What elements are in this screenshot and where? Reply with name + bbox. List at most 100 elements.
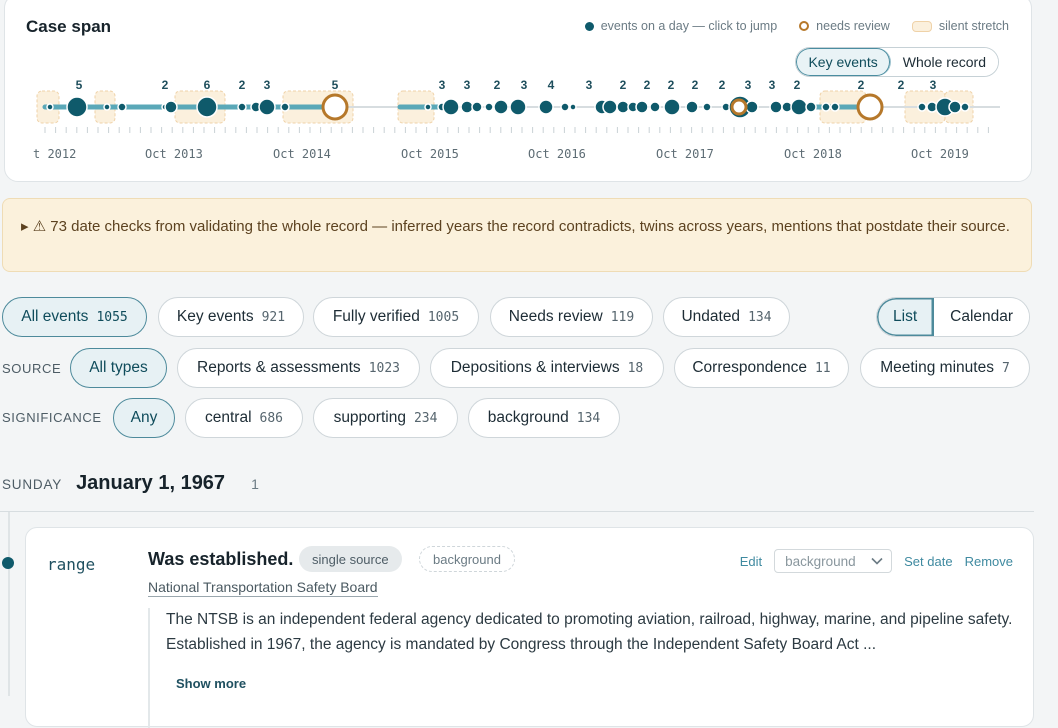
cluster-count-label[interactable]: 2 bbox=[719, 78, 726, 92]
date-check-warning[interactable]: ▸ ⚠ 73 date checks from validating the w… bbox=[2, 198, 1032, 272]
event-dot[interactable] bbox=[509, 98, 527, 116]
filter-count: 134 bbox=[576, 410, 601, 426]
timeline-year-label[interactable]: Oct 2013 bbox=[145, 147, 203, 161]
timeline-year-label[interactable]: Oct 2017 bbox=[656, 147, 714, 161]
event-dot[interactable] bbox=[484, 102, 494, 112]
filter-source-depositions[interactable]: Depositions & interviews 18 bbox=[430, 348, 664, 388]
filter-source-reports[interactable]: Reports & assessments 1023 bbox=[177, 348, 420, 388]
cluster-count-label[interactable]: 2 bbox=[239, 78, 246, 92]
timeline-year-label[interactable]: Oct 2015 bbox=[401, 147, 459, 161]
event-dot[interactable] bbox=[538, 99, 554, 115]
review-ring[interactable] bbox=[321, 93, 349, 121]
event-dot[interactable] bbox=[560, 102, 570, 112]
cluster-count-label[interactable]: 2 bbox=[162, 78, 169, 92]
event-dot[interactable] bbox=[117, 102, 127, 112]
timeline-year-label[interactable]: t 2012 bbox=[33, 147, 76, 161]
event-dot[interactable] bbox=[702, 102, 712, 112]
cluster-count-label[interactable]: 3 bbox=[745, 78, 752, 92]
timeline-year-label[interactable]: Oct 2019 bbox=[911, 147, 969, 161]
timeline-year-label[interactable]: Oct 2018 bbox=[784, 147, 842, 161]
cluster-count-label[interactable]: 5 bbox=[332, 78, 339, 92]
event-dot[interactable] bbox=[821, 102, 831, 112]
event-dot[interactable] bbox=[917, 102, 927, 112]
filter-label: Correspondence bbox=[692, 359, 807, 376]
cluster-count-label[interactable]: 3 bbox=[439, 78, 446, 92]
cluster-count-label[interactable]: 2 bbox=[620, 78, 627, 92]
event-dot[interactable] bbox=[830, 102, 840, 112]
event-dot[interactable] bbox=[948, 100, 962, 114]
cluster-count-label[interactable]: 2 bbox=[898, 78, 905, 92]
filter-all-events[interactable]: All events 1055 bbox=[2, 297, 147, 337]
filter-label: Meeting minutes bbox=[880, 359, 994, 376]
cluster-count-label[interactable]: 2 bbox=[858, 78, 865, 92]
cluster-count-label[interactable]: 2 bbox=[644, 78, 651, 92]
filter-needs-review[interactable]: Needs review 119 bbox=[490, 297, 653, 337]
event-dot[interactable] bbox=[442, 98, 460, 116]
event-dot[interactable] bbox=[164, 100, 178, 114]
event-dot[interactable] bbox=[66, 96, 88, 118]
cluster-count-label[interactable]: 3 bbox=[586, 78, 593, 92]
cluster-count-label[interactable]: 3 bbox=[769, 78, 776, 92]
event-dot[interactable] bbox=[424, 103, 432, 111]
calendar-view-button[interactable]: Calendar bbox=[934, 298, 1030, 336]
event-dot[interactable] bbox=[960, 102, 970, 112]
event-dot[interactable] bbox=[635, 100, 649, 114]
event-source-link[interactable]: National Transportation Safety Board bbox=[148, 579, 378, 597]
event-dot[interactable] bbox=[46, 103, 54, 111]
list-view-button[interactable]: List bbox=[877, 298, 935, 336]
event-dot[interactable] bbox=[103, 103, 111, 111]
event-dot[interactable] bbox=[685, 100, 699, 114]
list-rail bbox=[8, 512, 10, 696]
edit-button[interactable]: Edit bbox=[740, 554, 762, 569]
filter-source-minutes[interactable]: Meeting minutes 7 bbox=[860, 348, 1030, 388]
cluster-count-label[interactable]: 3 bbox=[264, 78, 271, 92]
filter-source-all[interactable]: All types bbox=[70, 348, 167, 388]
event-dot[interactable] bbox=[769, 100, 783, 114]
event-dot[interactable] bbox=[196, 96, 218, 118]
cluster-count-label[interactable]: 4 bbox=[548, 78, 555, 92]
cluster-count-label[interactable]: 6 bbox=[204, 78, 211, 92]
event-dot[interactable] bbox=[280, 102, 290, 112]
show-more-link[interactable]: Show more bbox=[176, 676, 246, 691]
event-dot[interactable] bbox=[493, 99, 509, 115]
event-actions: Edit background Set date Remove bbox=[740, 549, 1013, 573]
timeline-year-label[interactable]: Oct 2016 bbox=[528, 147, 586, 161]
significance-select[interactable]: background bbox=[774, 549, 893, 573]
timeline-year-label[interactable]: Oct 2014 bbox=[273, 147, 331, 161]
case-span-timeline[interactable]: t 2012 Oct 2013 Oct 2014 Oct 2015 Oct 2016 Oc… bbox=[5, 65, 1033, 175]
filter-source-correspondence[interactable]: Correspondence 11 bbox=[674, 348, 849, 388]
filter-significance-any[interactable]: Any bbox=[113, 398, 175, 438]
filter-significance-background[interactable]: background 134 bbox=[468, 398, 620, 438]
event-dot[interactable] bbox=[258, 98, 276, 116]
filter-key-events[interactable]: Key events 921 bbox=[158, 297, 304, 337]
cluster-count-label[interactable]: 2 bbox=[692, 78, 699, 92]
filter-label: Depositions & interviews bbox=[450, 359, 620, 376]
filter-significance-supporting[interactable]: supporting 234 bbox=[313, 398, 458, 438]
event-dot[interactable] bbox=[805, 101, 817, 113]
filter-count: 7 bbox=[1001, 360, 1010, 376]
event-dot[interactable] bbox=[569, 103, 577, 111]
cluster-count-label[interactable]: 2 bbox=[668, 78, 675, 92]
review-ring[interactable] bbox=[730, 98, 748, 116]
filter-undated[interactable]: Undated 134 bbox=[663, 297, 790, 337]
event-dot[interactable] bbox=[460, 100, 474, 114]
review-ring[interactable] bbox=[856, 93, 884, 121]
cluster-count-label[interactable]: 3 bbox=[464, 78, 471, 92]
event-dot[interactable] bbox=[602, 99, 618, 115]
remove-button[interactable]: Remove bbox=[965, 554, 1013, 569]
event-dot[interactable] bbox=[790, 98, 808, 116]
cluster-count-label[interactable]: 3 bbox=[930, 78, 937, 92]
set-date-button[interactable]: Set date bbox=[904, 554, 952, 569]
event-dot[interactable] bbox=[237, 102, 247, 112]
event-dot[interactable] bbox=[649, 101, 661, 113]
event-dot[interactable] bbox=[471, 101, 483, 113]
event-dot[interactable] bbox=[745, 100, 759, 114]
event-dot[interactable] bbox=[616, 100, 630, 114]
filter-fully-verified[interactable]: Fully verified 1005 bbox=[313, 297, 479, 337]
cluster-count-label[interactable]: 5 bbox=[76, 78, 83, 92]
cluster-count-label[interactable]: 3 bbox=[521, 78, 528, 92]
cluster-count-label[interactable]: 2 bbox=[494, 78, 501, 92]
event-dot[interactable] bbox=[663, 98, 681, 116]
filter-significance-central[interactable]: central 686 bbox=[185, 398, 303, 438]
cluster-count-label[interactable]: 2 bbox=[794, 78, 801, 92]
